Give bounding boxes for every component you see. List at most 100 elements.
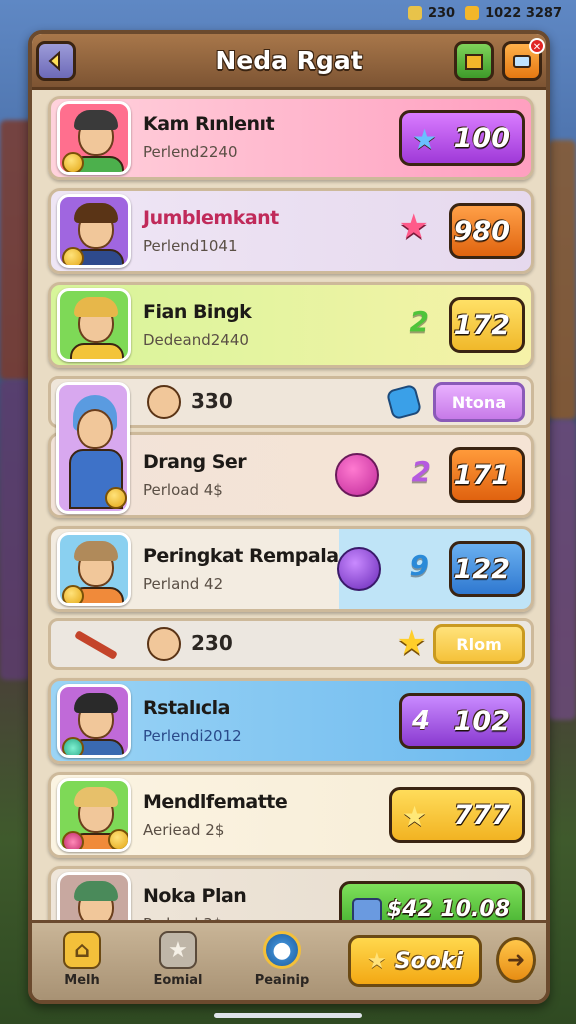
player-subtitle: Aeriead 2$ bbox=[143, 821, 225, 839]
rank-badge: 4 bbox=[412, 706, 431, 736]
player-subtitle: Perload 4$ bbox=[143, 481, 223, 499]
coin-icon bbox=[465, 6, 480, 20]
panel-header: Nedа Rgat ✕ bbox=[32, 34, 546, 90]
player-subtitle: Perlendi2012 bbox=[143, 727, 242, 745]
reward-label: Rlom bbox=[456, 634, 502, 654]
avatar bbox=[57, 778, 131, 852]
nav-item-world[interactable]: ● Peainip bbox=[246, 931, 318, 988]
nav-item-label: Peainip bbox=[254, 973, 310, 988]
star-badge-icon: ★ bbox=[159, 931, 197, 969]
nav-item-label: Melh bbox=[64, 973, 100, 988]
player-name: Drang Ser bbox=[143, 451, 247, 473]
home-icon: ⌂ bbox=[63, 931, 101, 969]
player-name: Fian Bingk bbox=[143, 301, 252, 323]
background-building-left-2 bbox=[0, 380, 30, 680]
status-stat-a: 230 bbox=[407, 5, 456, 21]
feather-orb-icon bbox=[337, 547, 381, 591]
player-name: Rstalıcla bbox=[143, 697, 230, 719]
list-item[interactable]: 230 ★ Rlom bbox=[48, 618, 534, 670]
leaderboard-row[interactable]: Mendlfematte Aeriead 2$ ★ 777 bbox=[48, 772, 534, 858]
avatar bbox=[147, 385, 181, 419]
leaderboard-row[interactable]: Kam Rınlenıt Perlend2240 ★ 100 bbox=[48, 96, 534, 180]
leaderboard-row[interactable]: Jumblemkant Perlend1041 ★ 980 bbox=[48, 188, 534, 274]
background-building-right-2 bbox=[548, 420, 576, 720]
score-pill[interactable]: 122 bbox=[449, 541, 525, 597]
avatar bbox=[57, 101, 131, 175]
reward-pill[interactable]: Ntona bbox=[433, 382, 525, 422]
avatar bbox=[57, 532, 131, 606]
gem-icon bbox=[385, 383, 423, 421]
player-subtitle: Perlend1041 bbox=[143, 237, 238, 255]
leaderboard-row[interactable]: Peringkat Rempala Perland 42 9 122 bbox=[48, 526, 534, 612]
score-value: 172 bbox=[453, 309, 510, 341]
star-icon: ★ bbox=[396, 623, 427, 663]
star-icon: ★ bbox=[402, 800, 428, 833]
chevron-left-icon bbox=[48, 50, 60, 72]
avatar bbox=[57, 288, 131, 362]
main-action-label: Sooki bbox=[394, 948, 463, 974]
rank-badge: 2 bbox=[411, 455, 431, 488]
rank-badge: 9 bbox=[409, 549, 429, 582]
card-icon bbox=[513, 55, 531, 68]
player-name: Jumblemkant bbox=[143, 207, 279, 229]
player-name: Peringkat Rempala bbox=[143, 545, 339, 567]
arrow-right-icon: ➜ bbox=[506, 947, 526, 973]
status-stat-b: 1022 3287 bbox=[465, 6, 562, 21]
player-subtitle: Perland 42 bbox=[143, 575, 224, 593]
gem-star-icon: ★ bbox=[398, 207, 429, 247]
leaderboard-panel: Nedа Rgat ✕ Kam Rınlenıt Perlend2240 ★ 1… bbox=[28, 30, 550, 1004]
back-button[interactable] bbox=[36, 41, 76, 81]
bottom-nav: ⌂ Melh ★ Eomial ● Peainip ★ Sooki ➜ bbox=[32, 920, 546, 1000]
list-item-value: 330 bbox=[191, 389, 233, 413]
score-value: 102 bbox=[453, 705, 510, 737]
player-subtitle: Dedeand2440 bbox=[143, 331, 249, 349]
page-title: Nedа Rgat bbox=[215, 46, 363, 75]
status-stat-b-value: 1022 3287 bbox=[485, 5, 562, 21]
score-pill[interactable]: 172 bbox=[449, 297, 525, 353]
score-pill[interactable]: ★ 777 bbox=[389, 787, 525, 843]
player-name: Kam Rınlenıt bbox=[143, 113, 275, 135]
score-pill[interactable]: 4 102 bbox=[399, 693, 525, 749]
avatar bbox=[56, 382, 130, 514]
avatar bbox=[57, 194, 131, 268]
rank-badge: 2 bbox=[409, 305, 429, 338]
main-action-button[interactable]: ★ Sooki bbox=[348, 935, 482, 987]
avatar bbox=[57, 684, 131, 758]
background-building-right bbox=[548, 140, 576, 420]
nav-item-home[interactable]: ⌂ Melh bbox=[46, 931, 118, 988]
nav-item-rank[interactable]: ★ Eomial bbox=[142, 931, 214, 988]
player-subtitle: Perlend2240 bbox=[143, 143, 238, 161]
globe-icon: ● bbox=[263, 931, 301, 969]
score-value: $42 10.08 bbox=[386, 896, 510, 922]
leaderboard-row[interactable]: Fian Bingk Dedeand2440 2 172 bbox=[48, 282, 534, 368]
player-name: Mendlfematte bbox=[143, 791, 288, 813]
status-stat-a-value: 230 bbox=[427, 5, 456, 21]
leaderboard-row[interactable]: Rstalıcla Perlendi2012 4 102 bbox=[48, 678, 534, 764]
score-pill[interactable]: ★ 100 bbox=[399, 110, 525, 166]
status-bar: 230 1022 3287 bbox=[0, 0, 576, 26]
sword-icon bbox=[74, 630, 118, 660]
notification-close-icon[interactable]: ✕ bbox=[529, 38, 545, 54]
candy-icon bbox=[335, 453, 379, 497]
score-pill[interactable]: 980 bbox=[449, 203, 525, 259]
score-pill[interactable]: 171 bbox=[449, 447, 525, 503]
nav-item-label: Eomial bbox=[153, 973, 203, 988]
next-button[interactable]: ➜ bbox=[496, 937, 536, 983]
score-value: 980 bbox=[453, 215, 510, 247]
reward-label: Ntona bbox=[451, 392, 507, 412]
score-value: 122 bbox=[453, 553, 510, 585]
star-icon: ★ bbox=[412, 123, 438, 156]
score-value: 171 bbox=[453, 459, 510, 491]
box-icon bbox=[465, 54, 483, 70]
player-name: Noka Plan bbox=[143, 885, 247, 907]
avatar bbox=[147, 627, 181, 661]
home-indicator bbox=[214, 1013, 362, 1018]
score-value: 100 bbox=[453, 122, 510, 154]
score-value: 777 bbox=[453, 799, 510, 831]
shop-button[interactable] bbox=[454, 41, 494, 81]
reward-pill[interactable]: Rlom bbox=[433, 624, 525, 664]
house-icon bbox=[407, 6, 422, 20]
list-item-value: 230 bbox=[191, 631, 233, 655]
mail-button[interactable]: ✕ bbox=[502, 38, 545, 81]
star-icon: ★ bbox=[367, 948, 387, 974]
